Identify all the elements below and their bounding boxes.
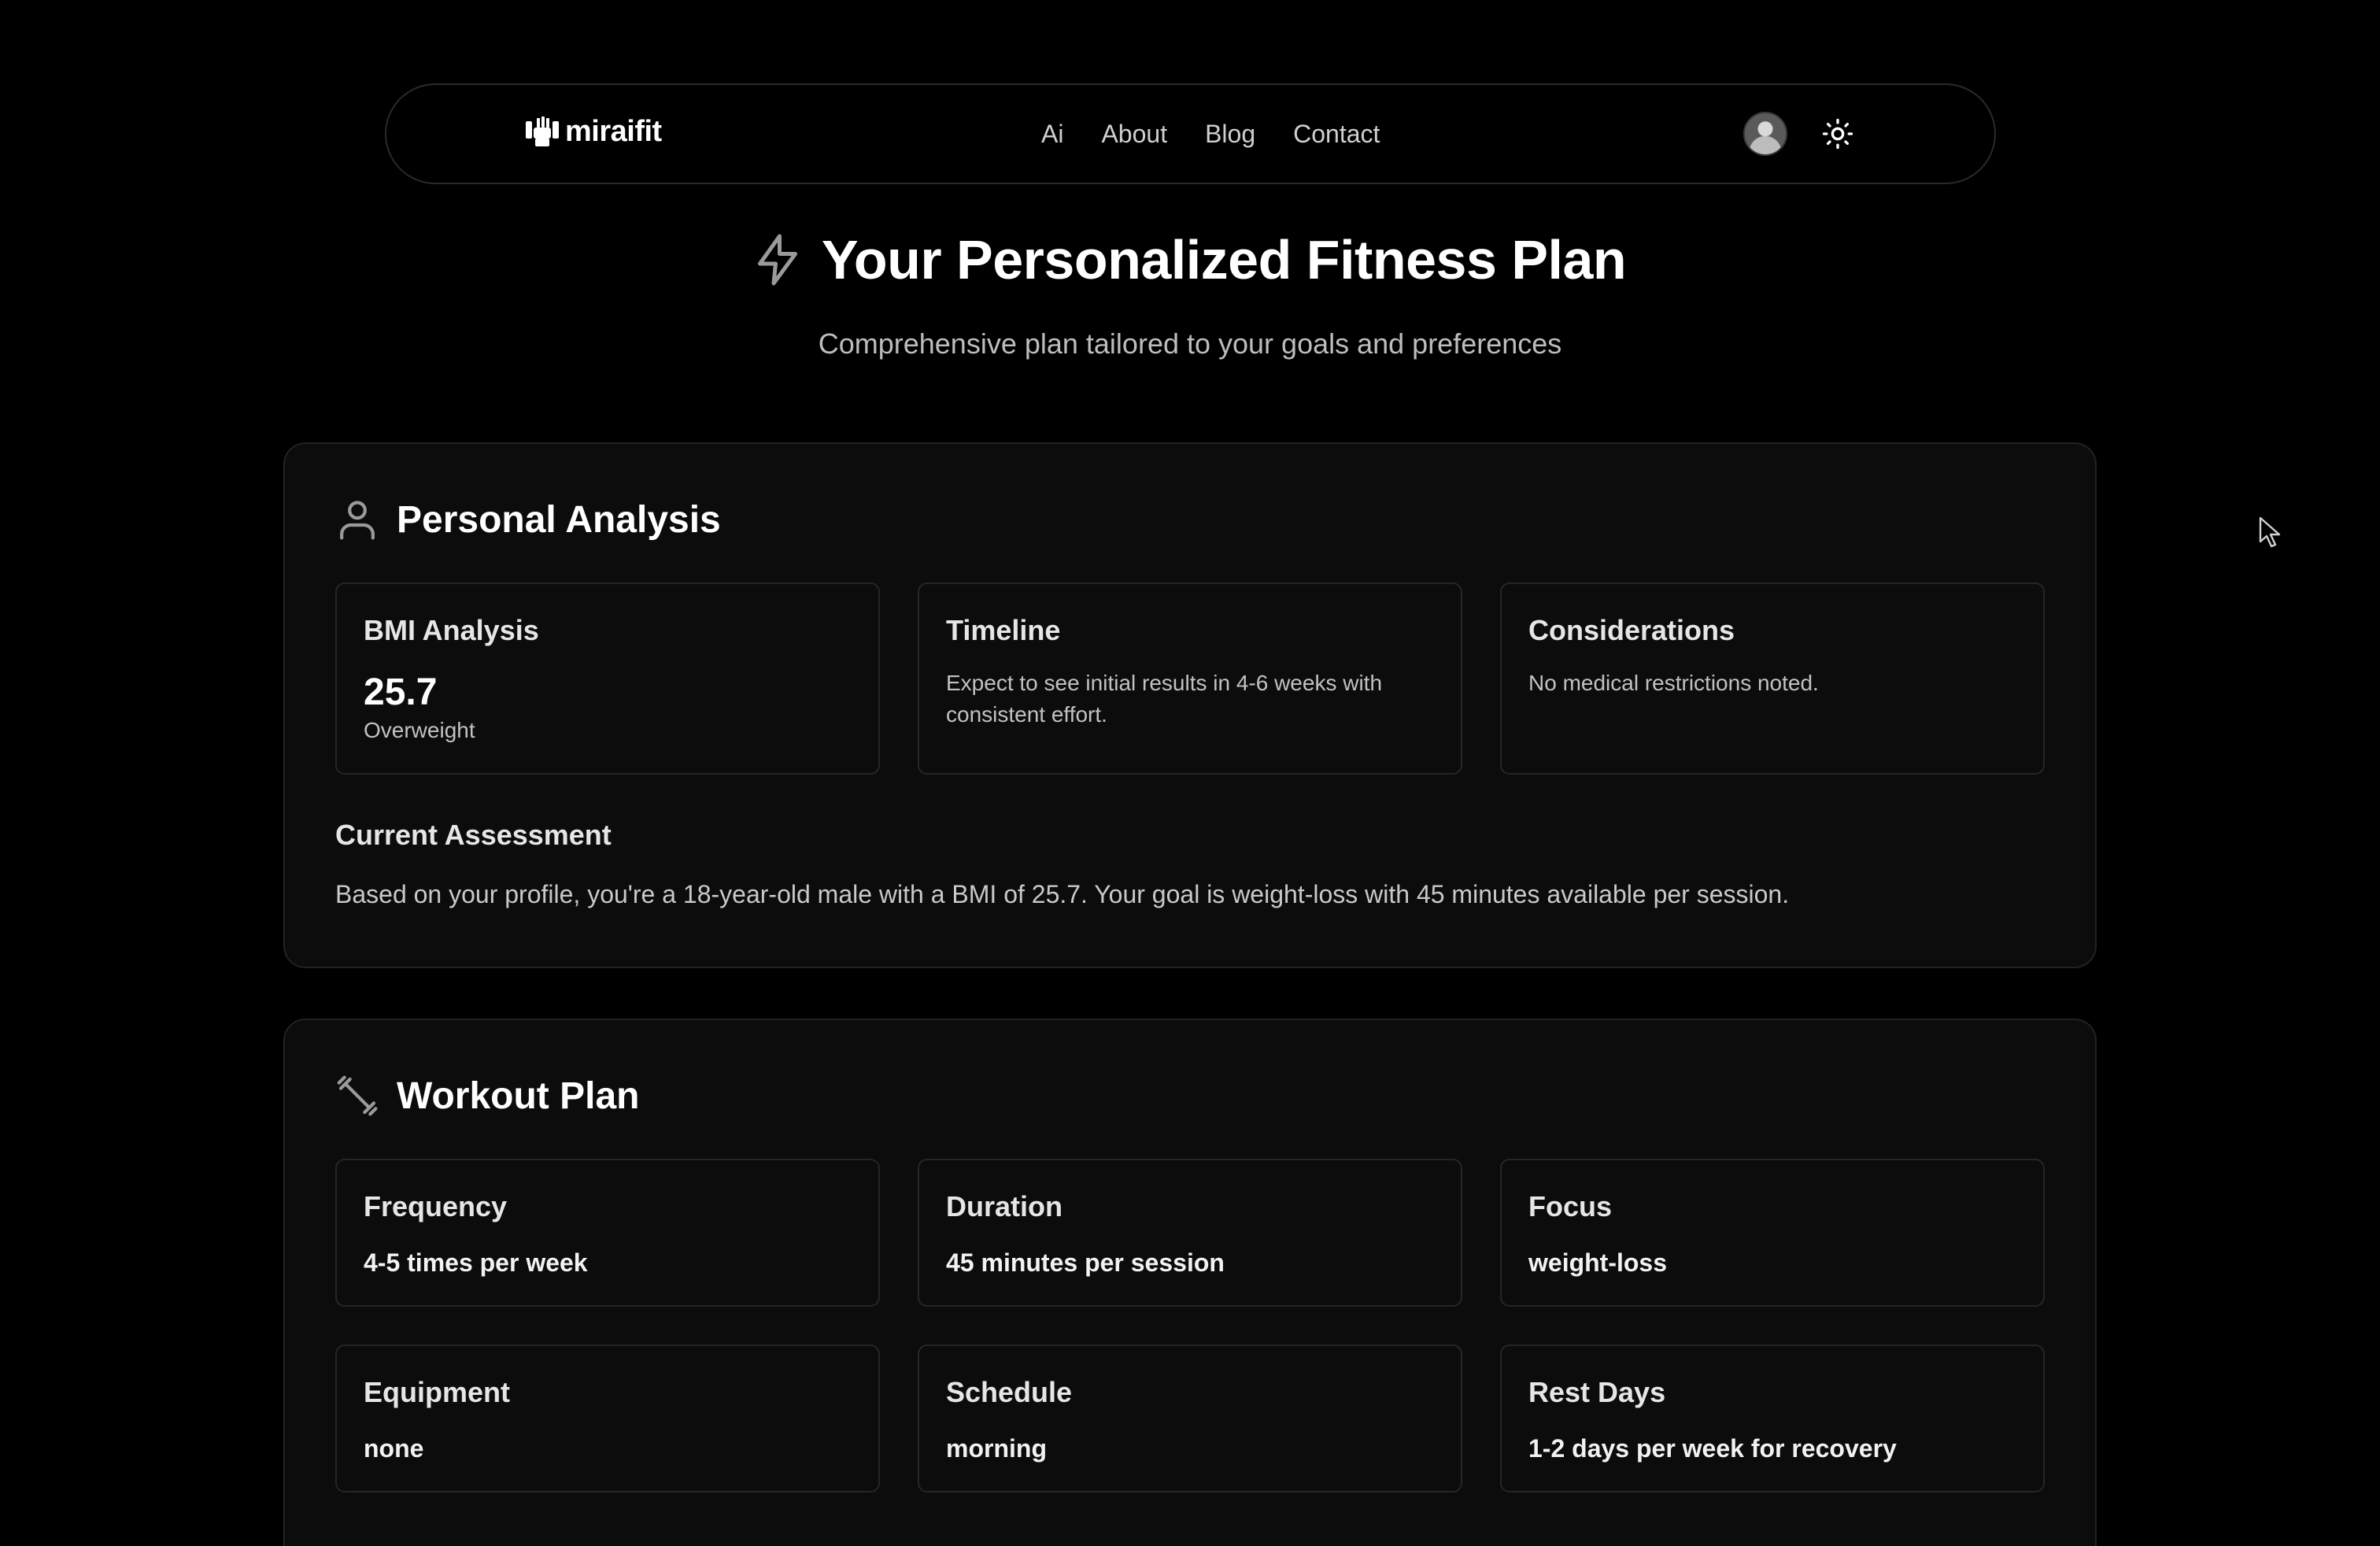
logo-link[interactable]: miraifit [524, 115, 662, 149]
workout-card-duration: Duration 45 minutes per session [918, 1159, 1462, 1307]
workout-card-value: 1-2 days per week for recovery [1528, 1434, 1897, 1463]
workout-card-title: Frequency [364, 1190, 508, 1222]
lightning-icon [757, 234, 797, 286]
timeline-card-text: Expect to see initial results in 4-6 wee… [946, 671, 1383, 727]
workout-card-title: Focus [1528, 1190, 1613, 1222]
workout-card-title: Duration [946, 1190, 1062, 1222]
workout-card-equipment: Equipment none [335, 1344, 880, 1492]
workout-card-value: morning [946, 1434, 1047, 1463]
workout-card-value: 45 minutes per session [946, 1248, 1225, 1277]
sun-icon [1822, 118, 1853, 150]
page-title: Your Personalized Fitness Plan [821, 229, 1627, 290]
personal-analysis-panel: Personal Analysis BMI Analysis 25.7 Over… [283, 442, 2097, 968]
navbar: miraifit Ai About Blog Contact [385, 83, 1996, 184]
nav-link-contact[interactable]: Contact [1293, 120, 1380, 149]
theme-toggle-button[interactable] [1817, 113, 1858, 154]
workout-card-title: Schedule [946, 1376, 1073, 1408]
considerations-card-title: Considerations [1528, 614, 1735, 646]
bmi-value: 25.7 [364, 671, 438, 713]
timeline-card-title: Timeline [946, 614, 1061, 646]
mouse-cursor-icon [2259, 516, 2281, 548]
timeline-card: Timeline Expect to see initial results i… [918, 583, 1462, 775]
dumbbell-icon [337, 1075, 378, 1116]
workout-card-value: weight-loss [1528, 1248, 1668, 1277]
current-assessment-text: Based on your profile, you're a 18-year-… [335, 880, 1790, 908]
considerations-card: Considerations No medical restrictions n… [1500, 583, 2045, 775]
personal-analysis-header: Personal Analysis [335, 497, 721, 542]
workout-card-value: 4-5 times per week [364, 1248, 588, 1277]
workout-plan-panel: Workout Plan Frequency 4-5 times per wee… [283, 1019, 2097, 1546]
workout-card-title: Rest Days [1528, 1376, 1666, 1408]
bmi-card: BMI Analysis 25.7 Overweight [335, 583, 880, 775]
workout-plan-header: Workout Plan [335, 1074, 639, 1118]
nav-link-ai[interactable]: Ai [1041, 120, 1063, 149]
workout-card-rest-days: Rest Days 1-2 days per week for recovery [1500, 1344, 2045, 1492]
workout-card-value: none [364, 1434, 424, 1463]
logo-text: miraifit [565, 115, 662, 148]
user-icon [340, 501, 375, 540]
avatar[interactable] [1743, 112, 1787, 156]
workout-plan-title: Workout Plan [397, 1074, 640, 1117]
considerations-card-text: No medical restrictions noted. [1528, 671, 1819, 695]
bmi-card-title: BMI Analysis [364, 614, 539, 646]
workout-card-title: Equipment [364, 1376, 510, 1408]
nav-links: Ai About Blog Contact [1041, 85, 1380, 183]
page-subtitle: Comprehensive plan tailored to your goal… [818, 327, 1562, 360]
nav-link-about[interactable]: About [1101, 120, 1167, 149]
logo-icon [526, 116, 559, 146]
personal-analysis-title: Personal Analysis [397, 498, 721, 541]
workout-card-schedule: Schedule morning [918, 1344, 1462, 1492]
current-assessment-title: Current Assessment [335, 819, 612, 851]
page: miraifit Ai About Blog Contact Your Pers… [0, 0, 2380, 1546]
bmi-category: Overweight [364, 718, 475, 742]
workout-card-focus: Focus weight-loss [1500, 1159, 2045, 1307]
workout-card-frequency: Frequency 4-5 times per week [335, 1159, 880, 1307]
hero-title-row: Your Personalized Fitness Plan [0, 228, 2380, 291]
nav-link-blog[interactable]: Blog [1205, 120, 1255, 149]
